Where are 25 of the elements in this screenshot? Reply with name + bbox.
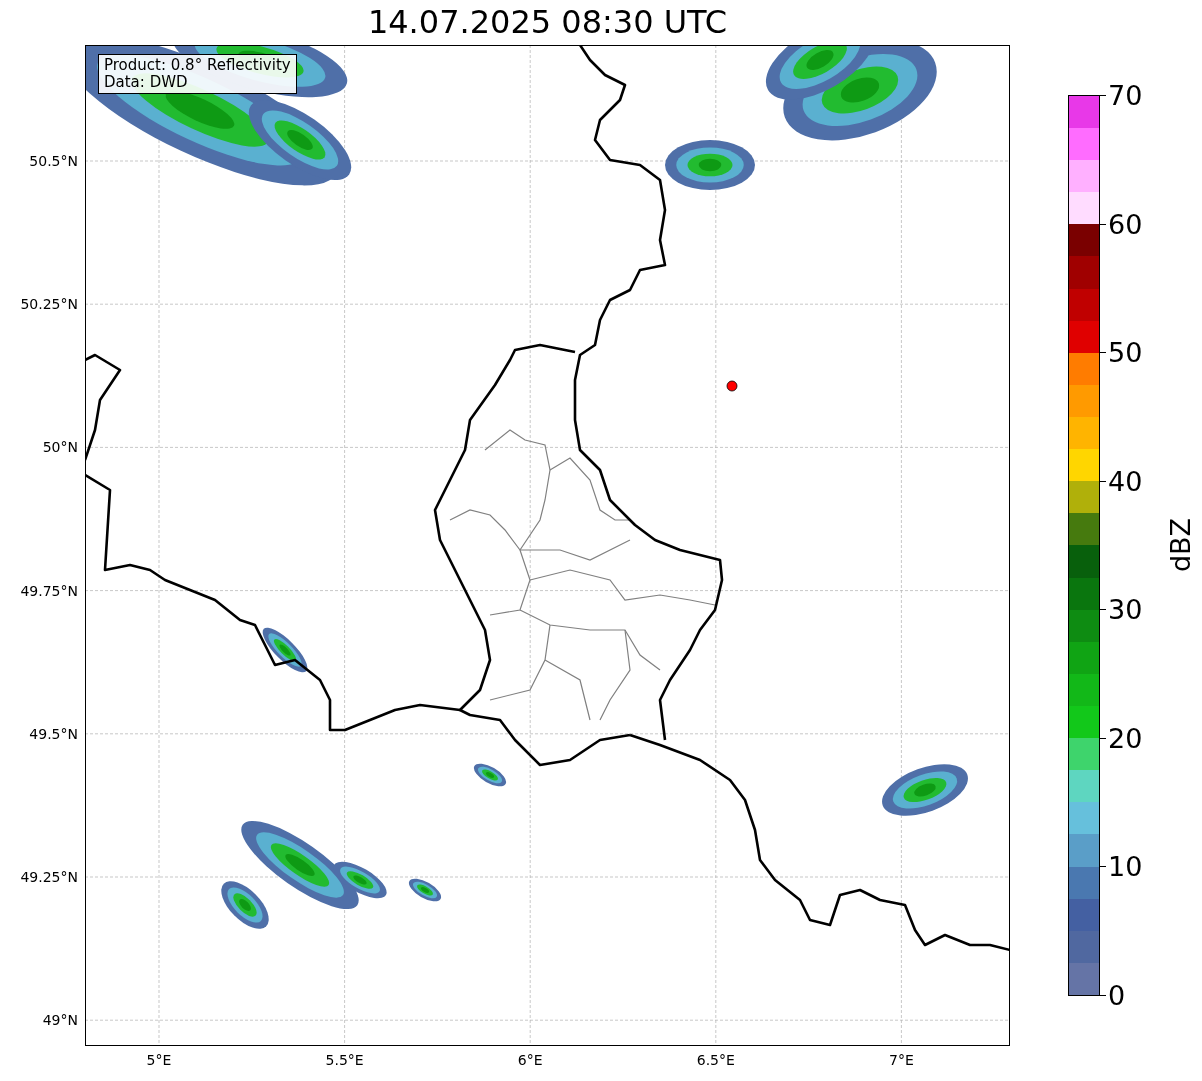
latitude-label: 49.25°N [20,869,78,885]
latitude-label: 49°N [42,1012,78,1029]
chart-title: 14.07.2025 08:30 UTC [366,2,729,43]
longitude-label: 5°E [146,1052,172,1068]
colorbar-tick-label: 30 [1108,593,1143,625]
colorbar-tick-label: 40 [1108,465,1143,497]
latitude-label: 49.5°N [29,725,78,742]
longitude-label: 7°E [889,1052,914,1068]
longitude-label: 5.5°E [325,1052,364,1068]
colorbar-tick-label: 20 [1108,722,1143,754]
longitude-label: 6°E [517,1052,543,1068]
colorbar-tick-label: 10 [1108,850,1143,882]
colorbar-tick-label: 70 [1108,79,1143,111]
colorbar-unit-label: dBZ [1164,517,1196,573]
colorbar-tick-label: 60 [1108,208,1143,240]
latitude-label: 49.75°N [20,582,78,599]
colorbar-tick-label: 50 [1108,336,1143,368]
longitude-label: 6.5°E [696,1052,735,1068]
info-text: Data: DWD [104,74,189,91]
info-text: Product: 0.8° Reflectivity [104,57,291,74]
latitude-label: 50.5°N [29,153,78,169]
latitude-label: 50°N [42,439,78,456]
location-marker [726,380,738,392]
colorbar-tick-label: 0 [1108,979,1126,1011]
latitude-label: 50.25°N [20,296,78,313]
